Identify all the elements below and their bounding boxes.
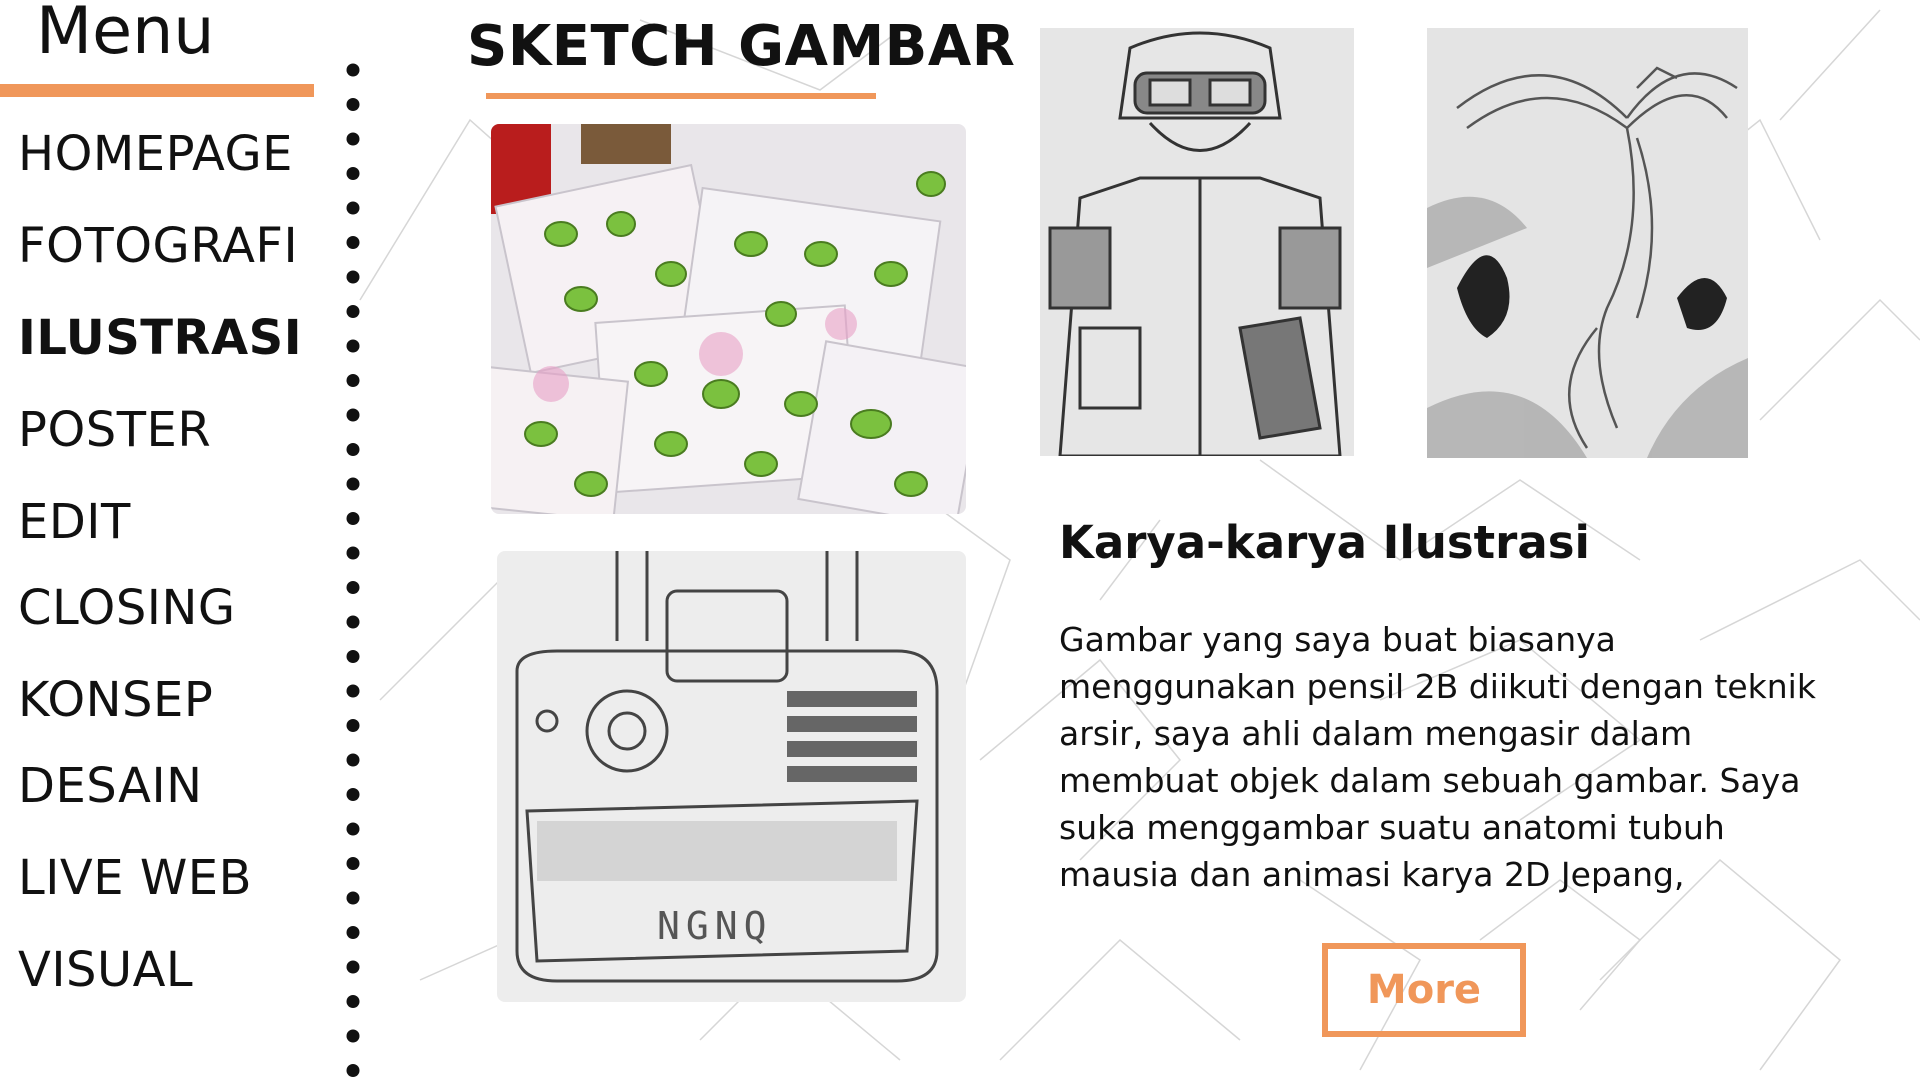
nav-item-ilustrasi[interactable]: ILUSTRASI — [18, 310, 302, 366]
nav-item-homepage[interactable]: HOMEPAGE — [18, 126, 293, 182]
nav-item-closing[interactable]: CLOSING — [18, 580, 236, 636]
nav-item-edit[interactable]: EDIT — [18, 494, 131, 550]
nav-item-visual[interactable]: VISUAL — [18, 942, 193, 998]
dotted-divider — [346, 63, 360, 1077]
nav-item-poster[interactable]: POSTER — [18, 402, 211, 458]
colored-kiwi-sketches-photo — [491, 124, 966, 514]
nav-item-fotografi[interactable]: FOTOGRAFI — [18, 218, 298, 274]
more-button[interactable]: More — [1322, 943, 1526, 1037]
nav-item-live-web[interactable]: LIVE WEB — [18, 850, 252, 906]
card-title: Karya-karya Ilustrasi — [1059, 516, 1590, 569]
phoenix-pencil-sketch — [1427, 28, 1748, 458]
soldier-pencil-sketch — [1040, 28, 1354, 456]
menu-title-underline — [0, 84, 314, 97]
nav-item-desain[interactable]: DESAIN — [18, 758, 203, 814]
menu-title: Menu — [36, 0, 215, 69]
card-description: Gambar yang saya buat biasanya menggunak… — [1059, 620, 1816, 894]
camera-sketch-caption: NGNQ — [657, 904, 773, 948]
page-title-underline — [486, 93, 876, 99]
nav-item-konsep[interactable]: KONSEP — [18, 672, 213, 728]
page-title: SKETCH GAMBAR — [467, 14, 1016, 79]
